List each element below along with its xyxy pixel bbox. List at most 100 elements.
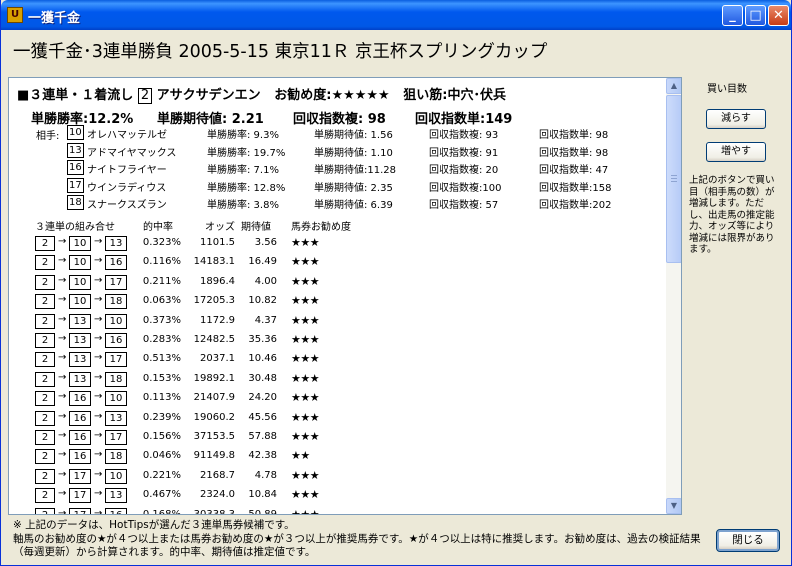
rival-recovery-fuku: 回収指数複: 91 [429,147,499,159]
combo-row: 2 → 16 → 13 0.239% 19060.2 45.56 ★★★ [9,409,665,428]
second-horse-box: 17 [69,488,91,504]
first-horse-box: 2 [35,255,55,271]
combo-odds: 30338.3 [183,509,235,514]
col-hit-rate: 的中率 [143,222,173,233]
rival-win-expect: 単勝期待値: 1.56 [314,130,393,141]
rival-recovery-tan: 回収指数単:202 [539,200,612,211]
first-horse-box: 2 [35,333,55,348]
combo-expect: 16.49 [248,256,277,268]
arrow-icon: → [94,410,103,422]
minimize-button[interactable]: _ [722,5,743,26]
rival-recovery-fuku: 回収指数複: 20 [429,165,499,176]
rival-win-rate: 単勝勝率: 12.8% [207,182,286,194]
close-button[interactable]: 閉じる [716,529,780,552]
arrow-icon: → [94,371,103,383]
combo-expect: 50.89 [241,509,277,514]
rival-win-rate: 単勝勝率: 19.7% [207,147,286,159]
grip-line [671,178,677,179]
arrow-icon: → [58,274,67,286]
combo-stars: ★★★ [291,391,320,405]
rival-horse-number: 13 [67,142,84,158]
first-horse-box: 2 [35,449,55,465]
third-horse-box: 17 [105,352,127,368]
second-horse-box: 17 [69,468,91,484]
combo-row: 2 → 16 → 18 0.046% 91149.8 42.38 ★★ [9,447,665,466]
combo-odds: 21407.9 [193,392,235,404]
combo-expect: 57.88 [248,431,277,442]
second-horse-box: 13 [69,352,91,368]
recommend-stars: ★★★★★ [331,88,390,103]
combo-hit-rate: 0.283% [142,334,181,345]
arrow-icon: → [94,313,103,325]
scroll-up-arrow-icon[interactable]: ▲ [666,78,681,94]
combo-expect: 4.78 [254,469,277,481]
rival-recovery-fuku: 回収指数複:100 [429,182,502,194]
recommend-label: お勧め度: [274,88,332,103]
third-horse-box: 10 [105,468,127,484]
scrollbar-thumb[interactable] [666,95,681,263]
combo-expect: 10.46 [248,353,277,365]
combo-hit-rate: 0.063% [142,295,181,307]
maximize-button[interactable]: □ [745,5,766,26]
close-window-button[interactable]: ✕ [768,5,789,26]
combo-hit-rate: 0.239% [142,411,181,423]
vertical-scrollbar[interactable]: ▲ ▼ [666,78,681,514]
second-horse-box: 16 [69,391,91,407]
rival-horse-number: 18 [67,195,84,210]
axis-horse-name: アサクサデンエン [156,88,261,103]
rival-win-expect: 単勝期待値: 6.39 [314,200,393,211]
first-horse-box: 2 [35,507,55,514]
third-horse-box: 13 [105,488,127,504]
arrow-icon: → [94,430,103,441]
decrease-button[interactable]: 減らす [706,109,766,129]
results-scroll-area[interactable]: ■３連単・１着流し 2 アサクサデンエン お勧め度:★★★★★ 狙い筋:中穴･伏… [9,78,665,514]
combo-hit-rate: 0.323% [142,237,181,248]
arrow-icon: → [94,468,103,480]
arrow-icon: → [94,352,103,364]
combo-row: 2 → 13 → 18 0.153% 19892.1 30.48 ★★★ [9,370,665,389]
arrow-icon: → [58,313,67,325]
second-horse-box: 10 [69,294,91,310]
combo-row: 2 → 13 → 16 0.283% 12482.5 35.36 ★★★ [9,331,665,350]
combo-stars: ★★★ [291,255,320,269]
scroll-down-arrow-icon[interactable]: ▼ [666,498,681,514]
combo-hit-rate: 0.467% [142,489,181,501]
combo-odds: 17205.3 [193,295,235,307]
axis-prefix: ■３連単・１着流し [17,88,134,103]
rival-horse-number: 17 [67,177,84,193]
second-horse-box: 13 [69,313,91,329]
combo-stars: ★★★ [291,488,320,502]
second-horse-box: 13 [69,333,91,348]
combo-table-header: ３連単の組み合せ 的中率 オッズ 期待値 馬券お勧め度 [9,218,665,234]
combo-hit-rate: 0.113% [142,392,181,404]
combo-expect: 10.82 [248,295,277,307]
second-horse-box: 16 [69,449,91,465]
footer-notes: ※ 上記のデータは、HotTipsが選んだ３連単馬券候補です。 軸馬のお勧め度の… [13,519,709,560]
arrow-icon: → [94,274,103,286]
combo-expect: 35.36 [248,334,277,345]
title-bar[interactable]: U 一獲千金 _ □ ✕ [1,0,791,30]
third-horse-box: 18 [105,449,127,465]
combo-odds: 1101.5 [200,237,235,248]
first-horse-box: 2 [35,391,55,407]
rival-recovery-tan: 回収指数単: 98 [539,130,609,141]
rival-recovery-fuku: 回収指数複: 57 [429,200,499,211]
arrow-icon: → [94,391,103,403]
footer-line-2: 軸馬のお勧め度の★が４つ以上または馬券お勧め度の★が３つ以上が推奨馬券です。★が… [13,532,701,559]
rival-horse-name: スナークスズラン [87,200,167,211]
col-expect: 期待値 [241,222,271,233]
combo-expect: 42.38 [248,450,277,462]
combo-odds: 91149.8 [193,450,235,462]
combo-stars: ★★★ [291,468,320,482]
combo-expect: 10.84 [248,489,277,501]
combo-hit-rate: 0.046% [142,450,181,462]
rival-recovery-tan: 回収指数単: 98 [539,147,609,159]
rival-win-rate: 単勝勝率: 3.8% [207,200,279,211]
combo-hit-rate: 0.156% [142,431,181,442]
rival-row: 17 ウインラディウス 単勝勝率: 12.8% 単勝期待値: 2.35 回収指数複:10… [9,177,665,195]
increase-button[interactable]: 増やす [706,142,766,162]
app-icon[interactable]: U [7,7,23,23]
second-horse-box: 10 [69,255,91,271]
combo-row: 2 → 17 → 13 0.467% 2324.0 10.84 ★★★ [9,486,665,505]
combo-expect: 45.56 [248,411,277,423]
